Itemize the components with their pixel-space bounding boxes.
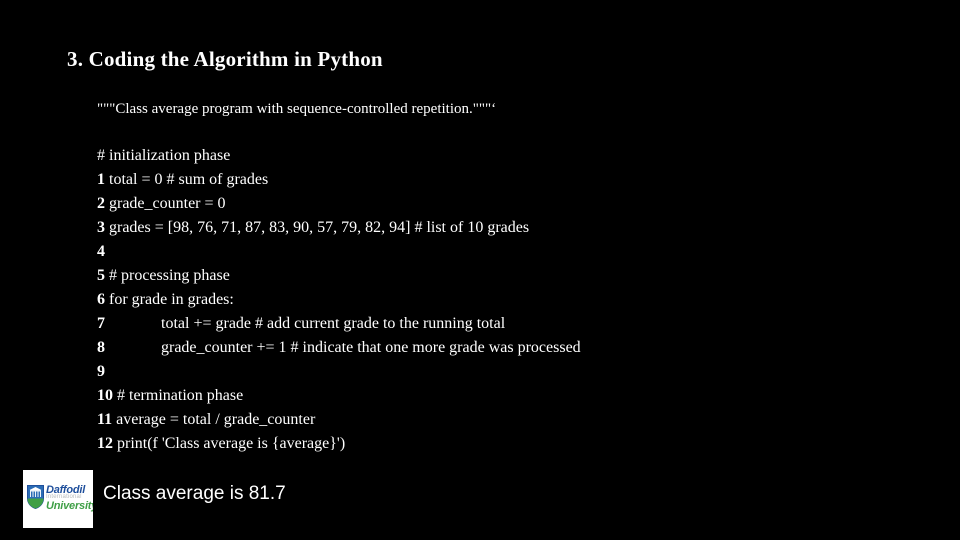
code-line-gap — [105, 363, 109, 380]
logo-wordmark: Daffodil International University — [46, 484, 93, 514]
code-line: 12 print(f 'Class average is {average}') — [97, 432, 917, 456]
code-docstring: """Class average program with sequence-c… — [97, 101, 497, 117]
code-line: 6 for grade in grades: — [97, 288, 917, 312]
code-line-text: for grade in grades: — [109, 291, 234, 308]
code-line-text: total += grade # add current grade to th… — [161, 315, 506, 332]
code-line: 5 # processing phase — [97, 264, 917, 288]
code-line: # initialization phase — [97, 144, 917, 168]
slide-canvas: 3. Coding the Algorithm in Python """Cla… — [0, 0, 960, 540]
code-line-text: # processing phase — [109, 267, 230, 284]
code-line-text: print(f 'Class average is {average}') — [117, 435, 346, 452]
code-line-number: 7 — [97, 315, 105, 332]
code-line-text: total = 0 # sum of grades — [109, 171, 269, 188]
code-line-number: 2 — [97, 195, 105, 212]
code-line: 8 grade_counter += 1 # indicate that one… — [97, 336, 917, 360]
code-line-gap — [105, 315, 161, 332]
code-line: 11 average = total / grade_counter — [97, 408, 917, 432]
program-output: Class average is 81.7 — [103, 483, 286, 504]
logo-inner: Daffodil International University — [27, 484, 93, 514]
code-listing: # initialization phase 1 total = 0 # sum … — [97, 144, 917, 456]
code-line-number: 12 — [97, 435, 113, 452]
code-line-number: 10 — [97, 387, 113, 404]
code-line-text: grade_counter += 1 # indicate that one m… — [161, 339, 581, 356]
code-line: 1 total = 0 # sum of grades — [97, 168, 917, 192]
code-line-text: average = total / grade_counter — [116, 411, 316, 428]
code-line-gap — [105, 339, 161, 356]
code-line-text: # initialization phase — [97, 147, 231, 164]
code-line: 7 total += grade # add current grade to … — [97, 312, 917, 336]
code-line: 9 — [97, 360, 917, 384]
code-line-number: 11 — [97, 411, 113, 428]
code-line-number: 6 — [97, 291, 105, 308]
code-line: 4 — [97, 240, 917, 264]
code-line-number: 5 — [97, 267, 105, 284]
logo-line-university: University — [46, 500, 93, 512]
code-line: 2 grade_counter = 0 — [97, 192, 917, 216]
shield-icon — [27, 485, 44, 510]
code-line-gap — [105, 243, 109, 260]
code-line-number: 4 — [97, 243, 105, 260]
code-line-text: # termination phase — [117, 387, 244, 404]
code-line-number: 3 — [97, 219, 105, 236]
code-line-number: 1 — [97, 171, 105, 188]
code-line-number: 8 — [97, 339, 105, 356]
university-logo: Daffodil International University — [23, 470, 93, 528]
page-title: 3. Coding the Algorithm in Python — [67, 47, 383, 71]
code-line-text: grade_counter = 0 — [109, 195, 226, 212]
code-line: 10 # termination phase — [97, 384, 917, 408]
code-line-number: 9 — [97, 363, 105, 380]
code-line-text: grades = [98, 76, 71, 87, 83, 90, 57, 79… — [109, 219, 530, 236]
code-line: 3 grades = [98, 76, 71, 87, 83, 90, 57, … — [97, 216, 917, 240]
